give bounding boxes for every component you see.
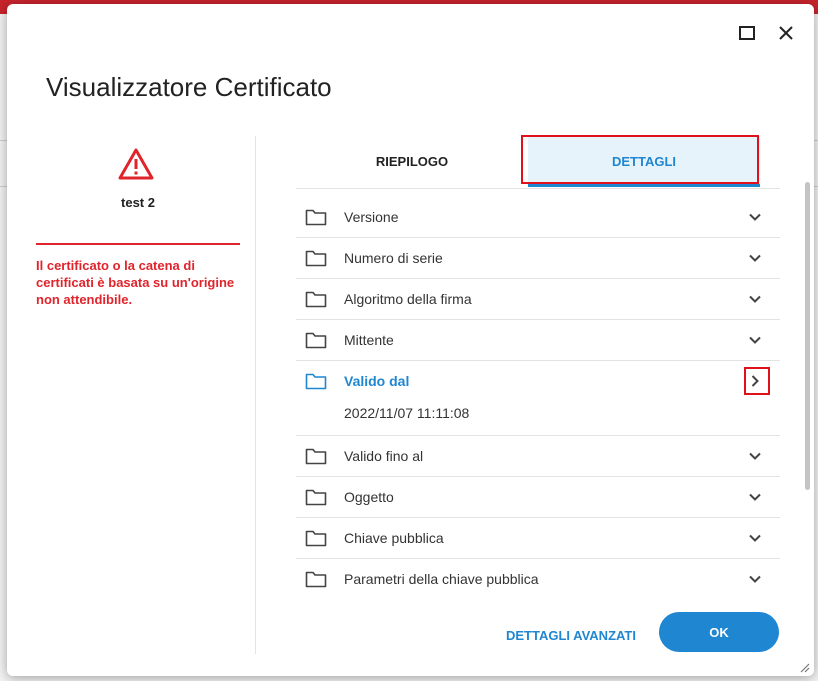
chevron-down-icon[interactable] — [747, 448, 763, 464]
detail-row-oggetto[interactable]: Oggetto — [296, 477, 780, 518]
maximize-icon — [739, 26, 755, 40]
detail-row-valido-fino-al[interactable]: Valido fino al — [296, 436, 780, 477]
detail-label: Valido dal — [344, 373, 410, 389]
folder-icon — [305, 332, 327, 349]
detail-label: Parametri della chiave pubblica — [344, 571, 539, 587]
folder-icon — [305, 448, 327, 465]
details-scrollbar[interactable] — [805, 182, 810, 490]
chevron-down-icon[interactable] — [747, 250, 763, 266]
chevron-down-icon[interactable] — [747, 489, 763, 505]
chevron-down-icon[interactable] — [747, 571, 763, 587]
close-icon — [779, 26, 793, 40]
details-list: Versione Numero di serie Algoritmo della… — [296, 197, 780, 599]
chevron-down-icon[interactable] — [747, 332, 763, 348]
warning-message: Il certificato o la catena di certificat… — [36, 258, 235, 307]
folder-icon — [305, 373, 327, 390]
detail-label: Numero di serie — [344, 250, 443, 266]
close-button[interactable] — [775, 22, 797, 44]
ok-button[interactable]: OK — [659, 612, 779, 652]
detail-label: Mittente — [344, 332, 394, 348]
certificate-viewer-dialog: Visualizzatore Certificato test 2 Il cer… — [7, 4, 814, 676]
detail-label: Valido fino al — [344, 448, 424, 464]
detail-label: Algoritmo della firma — [344, 291, 472, 307]
detail-row-chiave-pubblica[interactable]: Chiave pubblica — [296, 518, 780, 559]
chevron-down-icon[interactable] — [747, 291, 763, 307]
tab-bar: RIEPILOGO DETTAGLI — [296, 136, 780, 189]
dialog-title: Visualizzatore Certificato — [46, 72, 332, 102]
folder-icon — [305, 571, 327, 588]
folder-icon — [305, 530, 327, 547]
folder-icon — [305, 291, 327, 308]
detail-row-mittente[interactable]: Mittente — [296, 320, 780, 361]
detail-row-valido-dal[interactable]: Valido dal 2022/11/07 11:11:08 — [296, 361, 780, 436]
folder-icon — [305, 250, 327, 267]
detail-row-versione[interactable]: Versione — [296, 197, 780, 238]
tab-dettagli[interactable]: DETTAGLI — [528, 136, 760, 187]
chevron-right-icon[interactable] — [747, 373, 763, 389]
detail-value: 2022/11/07 11:11:08 — [344, 405, 470, 421]
chevron-down-icon[interactable] — [747, 209, 763, 225]
folder-icon — [305, 489, 327, 506]
resize-grip-icon[interactable] — [800, 663, 810, 673]
certificate-name: test 2 — [121, 195, 155, 210]
panel-divider — [255, 136, 256, 654]
advanced-details-button[interactable]: DETTAGLI AVANZATI — [491, 621, 651, 649]
detail-label: Chiave pubblica — [344, 530, 444, 546]
detail-label: Oggetto — [344, 489, 394, 505]
warning-icon — [118, 148, 154, 180]
detail-row-numero-di-serie[interactable]: Numero di serie — [296, 238, 780, 279]
folder-icon — [305, 209, 327, 226]
detail-row-algoritmo-della-firma[interactable]: Algoritmo della firma — [296, 279, 780, 320]
tab-riepilogo[interactable]: RIEPILOGO — [296, 136, 528, 187]
tab-dettagli-label: DETTAGLI — [611, 154, 677, 169]
maximize-button[interactable] — [736, 22, 758, 44]
warning-divider — [36, 243, 240, 245]
active-tab-indicator — [528, 184, 760, 187]
detail-row-parametri-chiave-pubblica[interactable]: Parametri della chiave pubblica — [296, 559, 780, 599]
detail-label: Versione — [344, 209, 399, 225]
chevron-down-icon[interactable] — [747, 530, 763, 546]
